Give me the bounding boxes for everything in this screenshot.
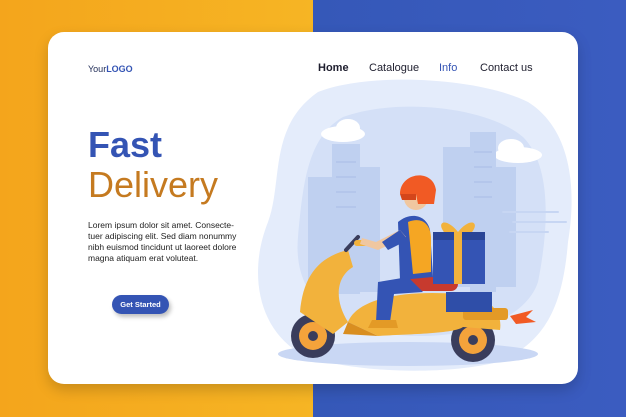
delivery-illustration: [258, 79, 572, 371]
logo-prefix: Your: [88, 64, 107, 74]
get-started-button[interactable]: Get Started: [112, 295, 169, 314]
logo-brand: LOGO: [106, 64, 133, 74]
hero-title-line2: Delivery: [88, 164, 219, 205]
hero-description: Lorem ipsum dolor sit amet. Consecte-tue…: [88, 220, 237, 263]
landing-card: YourLOGO Home Catalogue Info Contact us …: [48, 32, 578, 384]
hero-title-line1: Fast: [88, 124, 163, 165]
brand-logo[interactable]: YourLOGO: [88, 64, 133, 74]
